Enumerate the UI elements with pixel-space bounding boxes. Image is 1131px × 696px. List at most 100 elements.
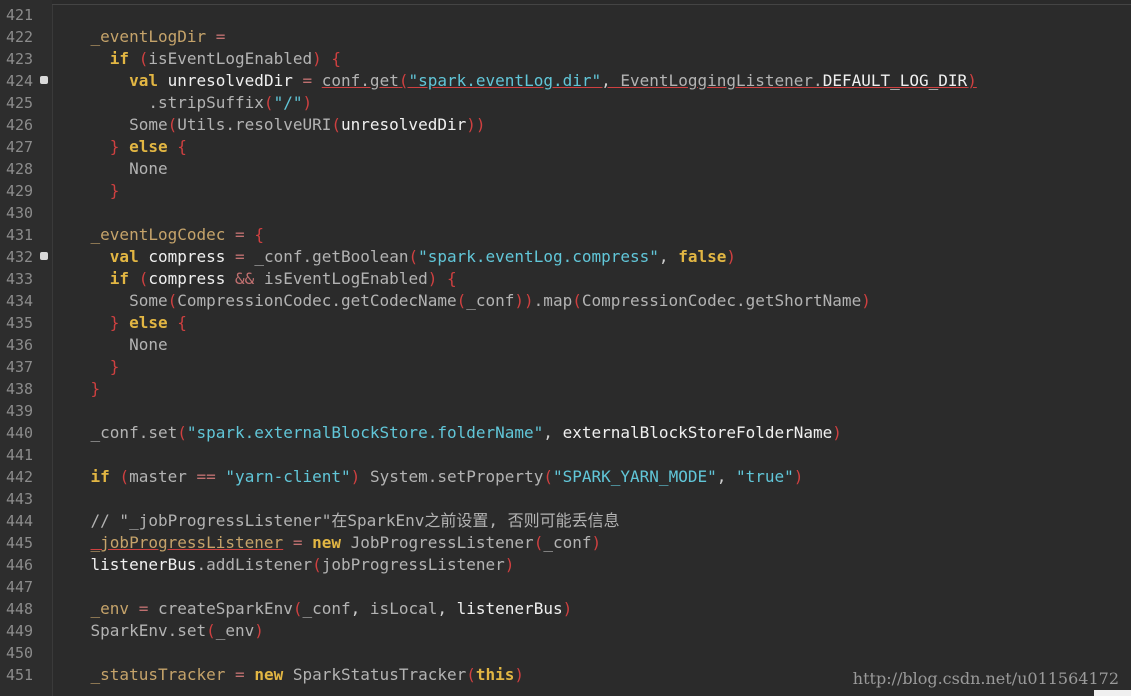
line-number: 431	[6, 226, 34, 244]
code-line[interactable]: 425 .stripSuffix("/")	[0, 92, 1131, 114]
code-token: (	[263, 93, 274, 112]
watermark: http://blog.csdn.net/u011564172	[852, 669, 1119, 688]
code-line[interactable]: 437 }	[0, 356, 1131, 378]
code-line[interactable]: 446 listenerBus.addListener(jobProgressL…	[0, 554, 1131, 576]
code-token: new	[254, 665, 284, 684]
code-line[interactable]: 442 if (master == "yarn-client") System.…	[0, 466, 1131, 488]
code-token: listenerBus	[90, 555, 197, 574]
code-token: ,	[437, 599, 457, 618]
code-text: } else {	[52, 312, 187, 334]
corner-box	[1094, 690, 1131, 696]
code-token: )	[726, 247, 736, 266]
code-line[interactable]: 440 _conf.set("spark.externalBlockStore.…	[0, 422, 1131, 444]
line-number: 437	[6, 358, 34, 376]
code-token: SparkEnv.set	[90, 621, 207, 640]
code-line[interactable]: 428 None	[0, 158, 1131, 180]
fold-marker-icon[interactable]	[40, 76, 48, 84]
line-number: 439	[6, 402, 34, 420]
code-line[interactable]: 434 Some(CompressionCodec.getCodecName(_…	[0, 290, 1131, 312]
code-text: None	[52, 158, 168, 180]
code-line[interactable]: 429 }	[0, 180, 1131, 202]
line-number: 438	[6, 380, 34, 398]
line-number: 446	[6, 556, 34, 574]
code-line[interactable]: 431 _eventLogCodec = {	[0, 224, 1131, 246]
code-token: (	[408, 247, 419, 266]
code-line[interactable]: 433 if (compress && isEventLogEnabled) {	[0, 268, 1131, 290]
code-editor[interactable]: 421 422 _eventLogDir = 423 if (isEventLogE…	[0, 0, 1131, 696]
fold-marker-icon[interactable]	[40, 252, 48, 260]
code-line[interactable]: 449 SparkEnv.set(_env)	[0, 620, 1131, 642]
line-number: 423	[6, 50, 34, 68]
code-token: _eventLogCodec	[90, 225, 226, 244]
code-token: conf.get	[321, 71, 399, 90]
code-token: {	[177, 137, 187, 156]
code-token: }	[90, 379, 101, 398]
code-text: Some(Utils.resolveURI(unresolvedDir))	[52, 114, 485, 136]
code-token: val	[109, 247, 139, 266]
line-number: 440	[6, 424, 34, 442]
code-line[interactable]: 445 _jobProgressListener = new JobProgre…	[0, 532, 1131, 554]
code-line[interactable]: 439	[0, 400, 1131, 422]
code-line[interactable]: 450	[0, 642, 1131, 664]
code-line[interactable]: 432 val compress = _conf.getBoolean("spa…	[0, 246, 1131, 268]
code-line[interactable]: 421	[0, 4, 1131, 26]
code-line[interactable]: 443	[0, 488, 1131, 510]
code-token: // "_jobProgressListener"在SparkEnv之前设置, …	[90, 511, 620, 530]
code-line[interactable]: 436 None	[0, 334, 1131, 356]
code-token: DEFAULT_LOG_DIR	[822, 71, 968, 90]
code-line[interactable]: 438 }	[0, 378, 1131, 400]
code-line[interactable]: 426 Some(Utils.resolveURI(unresolvedDir)…	[0, 114, 1131, 136]
code-line[interactable]: 441	[0, 444, 1131, 466]
line-number: 434	[6, 292, 34, 310]
code-line[interactable]: 448 _env = createSparkEnv(_conf, isLocal…	[0, 598, 1131, 620]
code-token: =	[235, 225, 245, 244]
code-token: )	[793, 467, 804, 486]
code-line[interactable]: 435 } else {	[0, 312, 1131, 334]
code-token: ,	[350, 599, 370, 618]
code-line[interactable]: 423 if (isEventLogEnabled) {	[0, 48, 1131, 70]
code-line[interactable]: 444 // "_jobProgressListener"在SparkEnv之前…	[0, 510, 1131, 532]
code-text: _eventLogDir =	[52, 26, 226, 48]
code-line[interactable]: 447	[0, 576, 1131, 598]
code-token: )	[254, 621, 264, 640]
code-line[interactable]: 424 val unresolvedDir = conf.get("spark.…	[0, 70, 1131, 92]
code-token: (	[543, 467, 553, 486]
code-token: _eventLogDir	[90, 27, 207, 46]
code-token: )	[514, 665, 525, 684]
code-token: .stripSuffix	[148, 93, 264, 112]
code-line[interactable]: 427 } else {	[0, 136, 1131, 158]
code-token: =	[235, 247, 245, 266]
code-token: "spark.eventLog.dir"	[408, 71, 602, 90]
code-text: }	[52, 180, 120, 202]
code-line[interactable]: 422 _eventLogDir =	[0, 26, 1131, 48]
code-token: )	[562, 599, 573, 618]
code-line[interactable]: 430	[0, 202, 1131, 224]
code-token: JobProgressListener	[350, 533, 534, 552]
line-number: 430	[6, 204, 34, 222]
code-token: (	[138, 269, 149, 288]
code-token: CompressionCodec.getShortName	[581, 291, 862, 310]
line-number: 426	[6, 116, 34, 134]
code-token: {	[447, 269, 457, 288]
line-number: 447	[6, 578, 34, 596]
code-text: val unresolvedDir = conf.get("spark.even…	[52, 70, 977, 92]
code-token: ,	[543, 423, 563, 442]
code-token: None	[129, 159, 168, 178]
code-token: )	[350, 467, 361, 486]
code-token: System.setProperty	[369, 467, 544, 486]
